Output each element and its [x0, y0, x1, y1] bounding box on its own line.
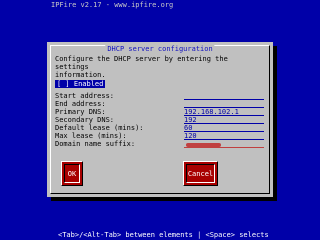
start-address-row: Start address: [55, 92, 264, 100]
enabled-checkbox[interactable]: [ ] Enabled [55, 80, 106, 88]
domain-suffix-row: Domain name suffix: [55, 140, 264, 148]
ok-button[interactable]: OK [61, 161, 83, 186]
default-lease-row: Default lease (mins): 60 [55, 124, 264, 132]
cancel-button[interactable]: Cancel [183, 161, 218, 186]
end-address-label: End address: [55, 100, 106, 108]
primary-dns-input[interactable]: 192.168.102.1_ [184, 108, 264, 116]
start-address-input[interactable] [184, 92, 264, 100]
max-lease-input[interactable]: 120 [184, 132, 264, 140]
max-lease-row: Max lease (mins): 120 [55, 132, 264, 140]
start-address-label: Start address: [55, 92, 115, 100]
default-lease-label: Default lease (mins): [55, 124, 144, 132]
end-address-row: End address: [55, 100, 264, 108]
default-lease-input[interactable]: 60 [184, 124, 264, 132]
app-title: IPFire v2.17 - www.ipfire.org [51, 1, 174, 9]
dialog-description: Configure the DHCP server by entering th… [55, 55, 228, 79]
cancel-button-label: Cancel [186, 164, 215, 183]
secondary-dns-label: Secondary DNS: [55, 116, 115, 124]
domain-suffix-highlight [186, 143, 221, 147]
primary-dns-label: Primary DNS: [55, 108, 106, 116]
secondary-dns-row: Secondary DNS: 192 [55, 116, 264, 124]
dhcp-dialog: DHCP server configuration Configure the … [47, 42, 273, 197]
footer-hint: <Tab>/<Alt-Tab> between elements | <Spac… [58, 231, 269, 239]
primary-dns-row: Primary DNS: 192.168.102.1_ [55, 108, 264, 116]
domain-suffix-label: Domain name suffix: [55, 140, 136, 148]
max-lease-label: Max lease (mins): [55, 132, 127, 140]
dialog-title: DHCP server configuration [105, 45, 215, 53]
ok-button-label: OK [64, 164, 80, 183]
secondary-dns-input[interactable]: 192 [184, 116, 264, 124]
end-address-input[interactable] [184, 100, 264, 108]
